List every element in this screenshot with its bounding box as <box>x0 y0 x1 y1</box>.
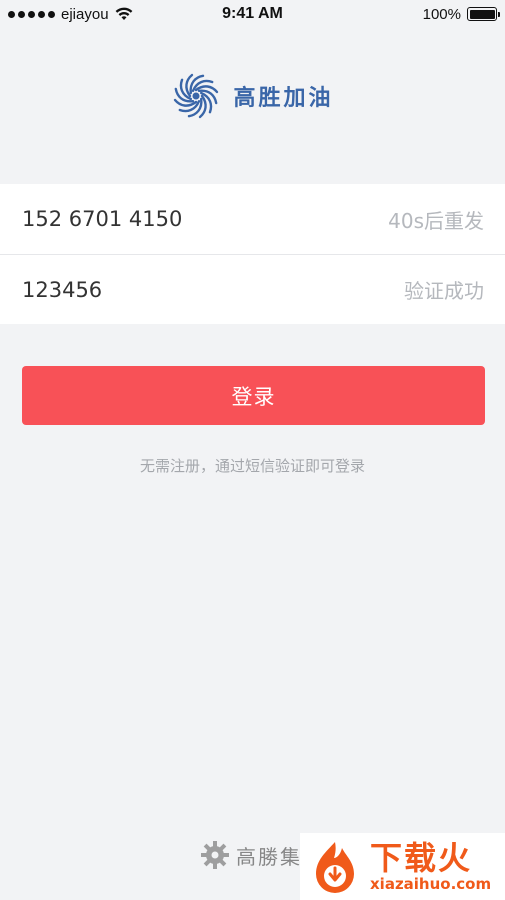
footer-brand-text: 高勝集 <box>236 844 302 869</box>
signal-icon <box>8 10 55 18</box>
battery-icon <box>467 7 500 21</box>
verify-status: 验证成功 <box>404 279 484 303</box>
login-hint: 无需注册，通过短信验证即可登录 <box>139 457 365 475</box>
code-row: 123456 验证成功 <box>0 254 505 324</box>
app-name: 高胜加油 <box>233 86 334 111</box>
status-left: ejiayou <box>8 6 133 23</box>
battery-percent: 100% <box>422 5 461 23</box>
watermark-url: xiazaihuo.com <box>370 874 492 893</box>
gear-logo-icon <box>201 841 229 869</box>
phone-input[interactable]: 152 6701 4150 <box>22 207 182 231</box>
status-bar: ejiayou 9:41 AM 100% <box>0 0 505 28</box>
login-button[interactable]: 登录 <box>22 366 485 425</box>
status-right: 100% <box>422 5 500 23</box>
flame-logo-icon <box>316 841 354 893</box>
swirl-logo-icon <box>174 73 219 119</box>
login-form: 152 6701 4150 40s后重发 123456 验证成功 <box>0 184 505 324</box>
wifi-icon <box>115 7 132 20</box>
app-logo: 高胜加油 <box>0 70 505 122</box>
footer-logo: 高勝集 <box>200 835 302 875</box>
verification-code-input[interactable]: 123456 <box>22 278 102 302</box>
phone-row: 152 6701 4150 40s后重发 <box>0 184 505 254</box>
resend-code-button[interactable]: 40s后重发 <box>388 205 484 234</box>
carrier-label: ejiayou <box>61 5 109 23</box>
watermark-text: 下载火 xiazaihuo.com <box>370 841 491 893</box>
watermark: 下载火 xiazaihuo.com <box>300 833 505 900</box>
watermark-main: 下载火 <box>370 838 473 877</box>
